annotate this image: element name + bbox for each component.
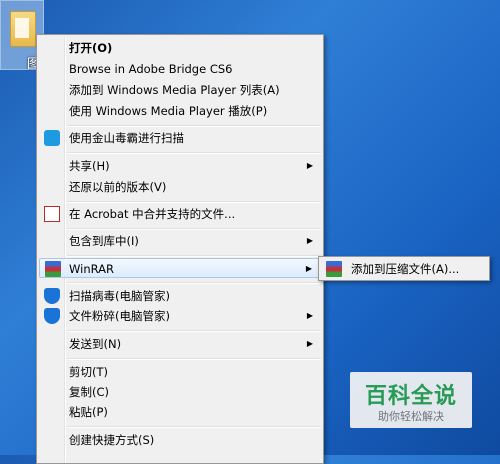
menu-separator [67,426,321,428]
menu-item-paste[interactable]: 粘贴(P) [39,402,321,422]
menu-item-kingsoft-scan[interactable]: 使用金山毒霸进行扫描 [39,128,321,148]
submenu-item-add-archive[interactable]: 添加到压缩文件(A)... [321,259,487,279]
kingsoft-icon [44,130,60,146]
watermark-subtitle: 助你轻松解决 [378,410,444,423]
watermark: 百科全说 助你轻松解决 [350,372,472,428]
menu-item-wmp-play[interactable]: 使用 Windows Media Player 播放(P) [39,101,321,121]
winrar-submenu: 添加到压缩文件(A)... [318,256,490,281]
menu-separator [67,282,321,284]
winrar-icon [326,261,342,277]
context-menu: 打开(O) Browse in Adobe Bridge CS6 添加到 Win… [36,34,324,464]
menu-item-create-shortcut[interactable]: 创建快捷方式(S) [39,430,321,450]
menu-item-wmp-add[interactable]: 添加到 Windows Media Player 列表(A) [39,80,321,100]
menu-item-label: 发送到(N) [69,337,122,351]
menu-item-label: 在 Acrobat 中合并支持的文件... [69,207,236,221]
menu-item-label: WinRAR [69,262,114,276]
menu-item-label: 扫描病毒(电脑管家) [69,289,170,303]
menu-item-library[interactable]: 包含到库中(I) ▶ [39,231,321,251]
submenu-arrow-icon: ▶ [306,339,313,348]
submenu-arrow-icon: ▶ [305,264,312,273]
acrobat-icon [44,206,60,222]
menu-item-copy[interactable]: 复制(C) [39,382,321,402]
menu-item-label: 还原以前的版本(V) [69,180,167,194]
menu-item-label: 创建快捷方式(S) [69,433,155,447]
menu-item-label: 粘贴(P) [69,405,108,419]
menu-separator [67,330,321,332]
menu-item-winrar[interactable]: WinRAR ▶ [39,258,321,278]
submenu-arrow-icon: ▶ [306,236,313,245]
menu-item-label: 添加到 Windows Media Player 列表(A) [69,83,280,97]
folder-icon [10,11,36,47]
menu-item-restore[interactable]: 还原以前的版本(V) [39,177,321,197]
menu-item-cut[interactable]: 剪切(T) [39,362,321,382]
menu-item-label: 使用金山毒霸进行扫描 [69,131,184,145]
watermark-title: 百科全说 [364,384,457,409]
menu-item-send-to[interactable]: 发送到(N) ▶ [39,334,321,354]
shield-icon [44,288,60,304]
menu-separator [67,358,321,360]
menu-item-acrobat[interactable]: 在 Acrobat 中合并支持的文件... [39,204,321,224]
menu-item-label: 打开(O) [69,41,113,55]
menu-separator [67,228,321,230]
menu-item-label: Browse in Adobe Bridge CS6 [69,62,233,76]
submenu-item-label: 添加到压缩文件(A)... [351,262,460,276]
menu-item-shred[interactable]: 文件粉碎(电脑管家) ▶ [39,306,321,326]
menu-separator [67,201,321,203]
menu-item-label: 文件粉碎(电脑管家) [69,309,170,323]
menu-item-label: 共享(H) [69,159,110,173]
menu-separator [67,255,321,257]
submenu-arrow-icon: ▶ [306,161,313,170]
menu-item-open[interactable]: 打开(O) [39,38,321,58]
menu-separator [67,125,321,127]
submenu-arrow-icon: ▶ [306,311,313,320]
menu-item-share[interactable]: 共享(H) ▶ [39,156,321,176]
menu-item-scan-virus[interactable]: 扫描病毒(电脑管家) [39,286,321,306]
menu-item-label: 包含到库中(I) [69,234,139,248]
menu-item-label: 使用 Windows Media Player 播放(P) [69,104,268,118]
menu-item-label: 剪切(T) [69,365,108,379]
menu-item-bridge[interactable]: Browse in Adobe Bridge CS6 [39,59,321,79]
shield-icon [44,308,60,324]
menu-item-label: 复制(C) [69,385,110,399]
winrar-icon [45,261,61,277]
menu-separator [67,152,321,154]
